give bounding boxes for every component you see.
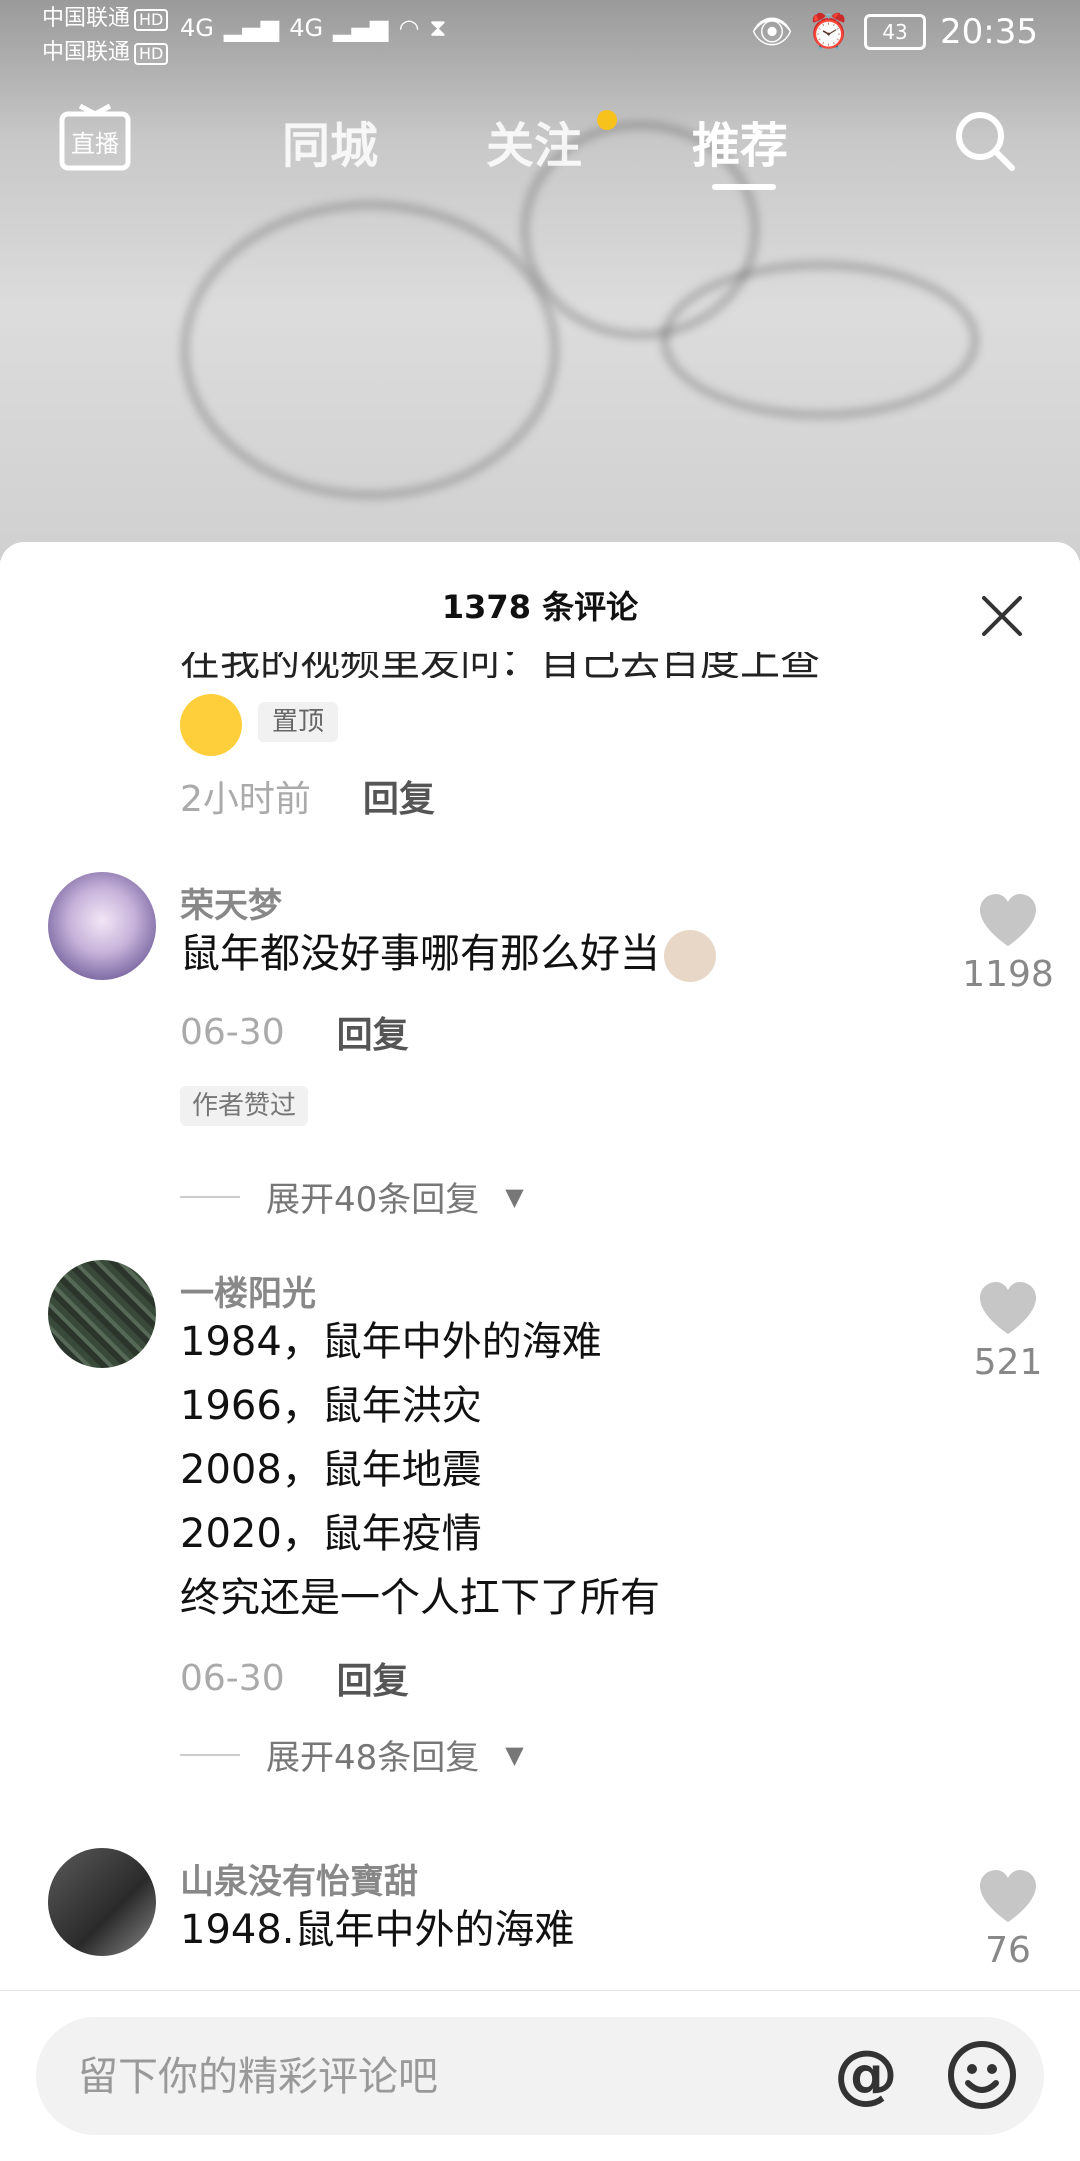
comments-count-title: 1378 条评论 [441, 588, 639, 626]
carrier-1-label: 中国联通 [42, 6, 131, 31]
facepalm-emoji-icon [180, 694, 242, 756]
avatar[interactable] [48, 872, 156, 980]
comment-text: 1984，鼠年中外的海难 1966，鼠年洪灾 2008，鼠年地震 2020，鼠年… [180, 1310, 660, 1630]
like-count: 521 [973, 1342, 1043, 1383]
chevron-down-icon: ▼ [505, 1740, 524, 1769]
comment-line: 1948.鼠年中外的海难 [180, 1907, 575, 1953]
comment-input-container: @ [36, 2017, 1044, 2137]
comment-text: 鼠年都没好事哪有那么好当 [180, 922, 716, 986]
comment-username[interactable]: 山泉没有怡寶甜 [180, 1854, 418, 1903]
cat-emoji-icon [664, 930, 716, 982]
notification-dot [597, 110, 617, 130]
reply-button[interactable]: 回复 [363, 770, 435, 822]
alarm-icon: ⏰ [807, 12, 851, 52]
hourglass-icon: ⧗ [429, 14, 447, 42]
live-label: 直播 [71, 130, 119, 158]
like-button[interactable]: 521 [958, 1280, 1058, 1383]
expand-replies[interactable]: 展开48条回复 ▼ [180, 1730, 524, 1779]
comment-line: 1966，鼠年洪灾 [180, 1383, 482, 1429]
signal-bars-icon: ▂▄▆ [223, 14, 280, 42]
chevron-down-icon: ▼ [505, 1182, 524, 1211]
video-background[interactable] [0, 0, 1080, 560]
comment-time: 2小时前 [180, 779, 311, 820]
carrier-2-label: 中国联通 [42, 40, 131, 65]
status-bar: 中国联通 HD 中国联通 HD 4G ▂▄▆ 4G ▂▄▆ ◠ ⧗ 👁 ⏰ 43 2… [0, 0, 1080, 72]
divider [180, 1753, 240, 1756]
search-icon[interactable] [952, 108, 1018, 174]
hd-badge: HD [134, 43, 169, 65]
emoji-icon[interactable] [946, 2039, 1018, 2111]
tab-following[interactable]: 关注 [486, 106, 582, 176]
clock-time: 20:35 [940, 12, 1038, 52]
comment-meta: 06-30 回复 [180, 1652, 409, 1704]
comment-time: 06-30 [180, 1657, 285, 1699]
heart-icon [980, 1282, 1036, 1334]
comment-line: 鼠年都没好事哪有那么好当 [180, 931, 660, 977]
video-scribble [660, 260, 980, 420]
divider [180, 1195, 240, 1198]
battery-icon: 43 [864, 14, 927, 50]
comment-text: 1948.鼠年中外的海难 [180, 1898, 575, 1962]
author-liked-badge: 作者赞过 [180, 1086, 309, 1126]
reply-button[interactable]: 回复 [337, 1652, 409, 1704]
like-count: 76 [985, 1930, 1031, 1971]
status-icons-left: 4G ▂▄▆ 4G ▂▄▆ ◠ ⧗ [180, 14, 446, 42]
comment-username[interactable]: 一楼阳光 [180, 1266, 316, 1315]
reply-button[interactable]: 回复 [337, 1006, 409, 1058]
expand-replies-label: 展开40条回复 [266, 1180, 480, 1220]
video-scribble [180, 200, 560, 500]
wifi-icon: ◠ [398, 14, 420, 42]
carrier-2: 中国联通 HD [42, 38, 169, 68]
pinned-comment-meta: 2小时前 回复 [180, 770, 435, 822]
signal-icon: 4G [289, 14, 324, 42]
comment-time: 06-30 [180, 1011, 285, 1053]
heart-icon [980, 1870, 1036, 1922]
like-button[interactable]: 1198 [958, 892, 1058, 995]
carrier-1: 中国联通 HD [42, 4, 169, 34]
top-nav: 直播 同城 关注 推荐 [0, 100, 1080, 190]
mention-at-icon[interactable]: @ [826, 2035, 906, 2115]
signal-icon: 4G [180, 14, 214, 42]
expand-replies-label: 展开48条回复 [266, 1738, 480, 1778]
comment-input-bar: @ [0, 1990, 1080, 2161]
tab-same-city[interactable]: 同城 [282, 106, 378, 176]
active-tab-indicator [712, 184, 776, 190]
comment-line: 2020，鼠年疫情 [180, 1511, 482, 1557]
comment-input[interactable] [76, 2017, 840, 2137]
expand-replies[interactable]: 展开40条回复 ▼ [180, 1172, 524, 1221]
live-icon[interactable]: 直播 [58, 104, 132, 174]
avatar[interactable] [48, 1848, 156, 1956]
signal-bars-icon: ▂▄▆ [333, 14, 389, 42]
comment-meta: 06-30 回复 [180, 1006, 409, 1058]
comment-line: 终究还是一个人扛下了所有 [180, 1575, 660, 1621]
pinned-badge: 置顶 [258, 702, 339, 742]
comment-line: 1984，鼠年中外的海难 [180, 1319, 602, 1365]
pinned-comment-text: 在我的视频里发问：自己去百度上查 [180, 652, 820, 678]
eye-icon: 👁 [750, 12, 794, 52]
status-icons-right: 👁 ⏰ 43 20:35 [751, 12, 1039, 52]
heart-icon [980, 894, 1036, 946]
tab-recommend[interactable]: 推荐 [692, 106, 788, 176]
comment-username[interactable]: 荣天梦 [180, 878, 282, 927]
close-icon[interactable] [976, 590, 1028, 642]
like-count: 1198 [962, 954, 1054, 995]
comment-line: 2008，鼠年地震 [180, 1447, 482, 1493]
avatar[interactable] [48, 1260, 156, 1368]
like-button[interactable]: 76 [958, 1868, 1058, 1971]
hd-badge: HD [134, 9, 169, 31]
comments-sheet: 1378 条评论 在我的视频里发问：自己去百度上查 置顶 2小时前 回复 荣天梦… [0, 542, 1080, 2160]
